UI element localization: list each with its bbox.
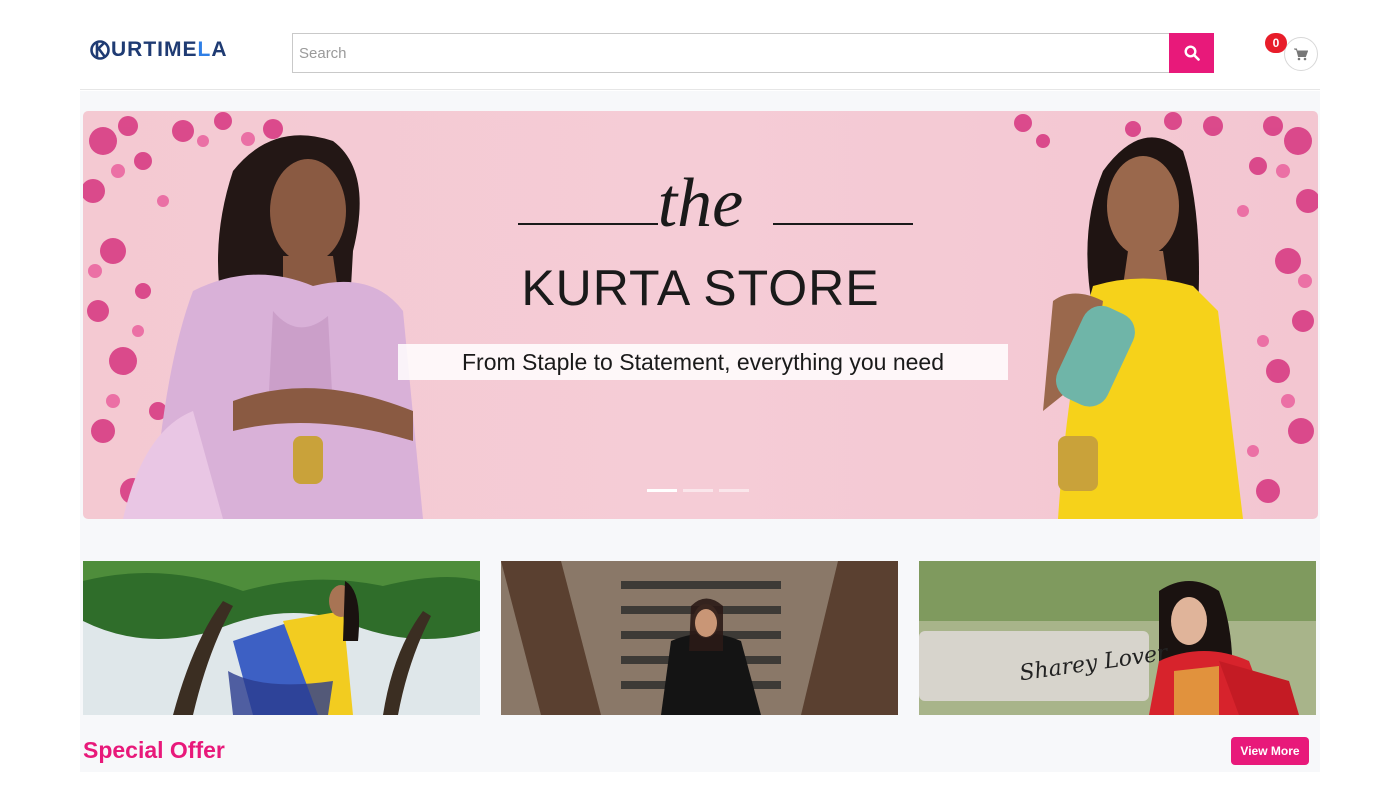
- banner-title: KURTA STORE: [521, 260, 880, 316]
- hero-banner[interactable]: the KURTA STORE From Staple to Statement…: [83, 111, 1318, 519]
- logo-k-icon: [90, 39, 110, 61]
- carousel-dot-2[interactable]: [683, 489, 713, 492]
- cart-button[interactable]: 0: [1265, 33, 1318, 71]
- cart-icon: [1294, 48, 1308, 60]
- site-logo[interactable]: URTI ME L A: [90, 38, 228, 62]
- search-button[interactable]: [1169, 33, 1214, 73]
- category-tile-3[interactable]: Sharey Lover: [919, 561, 1316, 715]
- search-bar: [292, 33, 1214, 73]
- special-offer-heading: Special Offer: [83, 737, 225, 763]
- logo-text-2: ME: [164, 38, 198, 61]
- category-tile-1[interactable]: [83, 561, 480, 715]
- tile-image-outdoor: [919, 561, 1316, 715]
- tile-image-tree: [83, 561, 480, 715]
- logo-text-1: URTI: [111, 38, 164, 61]
- search-input[interactable]: [292, 33, 1169, 73]
- category-tile-2[interactable]: [501, 561, 898, 715]
- search-icon: [1183, 45, 1200, 61]
- banner-subtitle: From Staple to Statement, everything you…: [398, 344, 1008, 380]
- view-more-button[interactable]: View More: [1231, 737, 1309, 765]
- site-header: URTI ME L A 0: [80, 0, 1320, 90]
- carousel-indicators: [647, 489, 749, 492]
- tile-image-staircase: [501, 561, 898, 715]
- page: URTI ME L A 0: [0, 0, 1400, 800]
- category-tiles: Sharey Lover: [83, 561, 1318, 715]
- carousel-dot-3[interactable]: [719, 489, 749, 492]
- main-content: the KURTA STORE From Staple to Statement…: [80, 91, 1320, 772]
- cart-count-badge: 0: [1265, 33, 1287, 53]
- logo-text-3: L: [197, 38, 212, 61]
- banner-the-text: the: [657, 165, 744, 242]
- carousel-dot-1[interactable]: [647, 489, 677, 492]
- logo-text-4: A: [211, 38, 228, 61]
